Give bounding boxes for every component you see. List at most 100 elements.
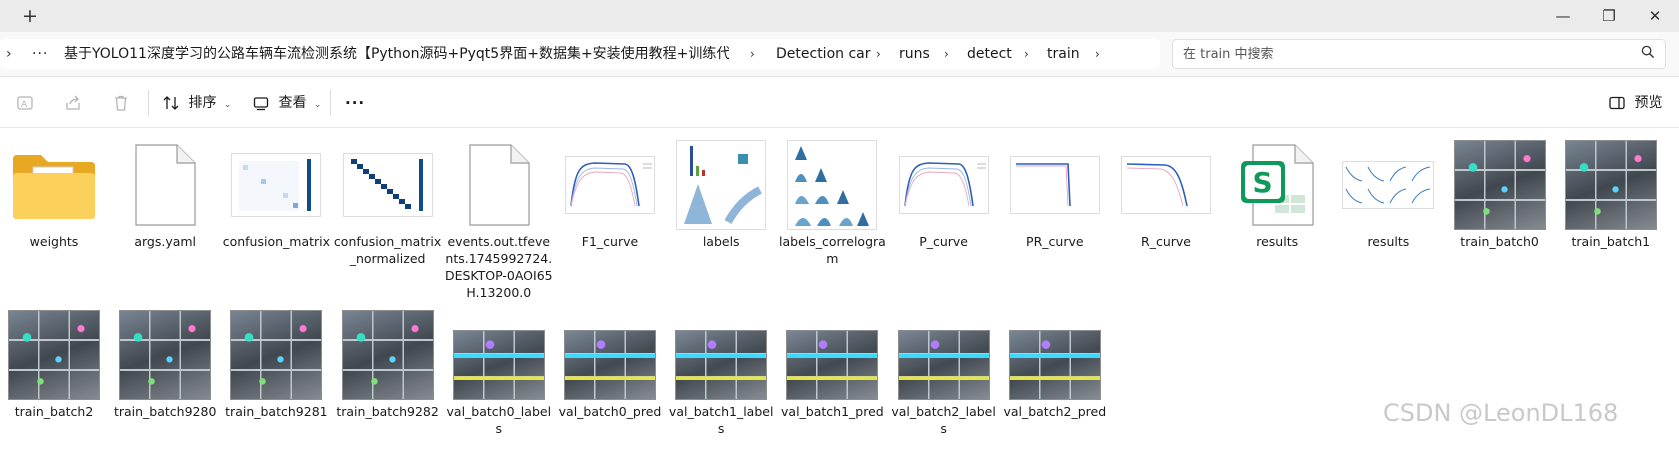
rename-icon: A <box>17 96 33 110</box>
file-item[interactable]: results <box>1333 129 1443 289</box>
breadcrumb[interactable]: › ··· 基于YOLO11深度学习的公路车辆车流检测系统【Python源码+P… <box>0 39 1160 69</box>
file-item[interactable]: args.yaml <box>110 129 220 289</box>
maximize-button[interactable]: ❐ <box>1586 3 1632 29</box>
image-thumbnail <box>1556 137 1666 233</box>
file-item[interactable]: val_batch1_labels <box>666 299 776 459</box>
image-thumbnail <box>1000 137 1110 233</box>
mosaic-image <box>119 310 212 400</box>
image-thumbnail <box>221 137 331 233</box>
file-name: train_batch2 <box>14 404 94 419</box>
share-button[interactable] <box>64 90 82 116</box>
image-thumbnail <box>777 137 887 233</box>
breadcrumb-item-train[interactable]: train <box>1047 39 1080 69</box>
image-thumbnail <box>0 307 109 403</box>
sort-label: 排序 <box>188 95 217 111</box>
file-item[interactable]: weights <box>0 129 109 289</box>
image-thumbnail <box>333 307 443 403</box>
file-item[interactable]: val_batch2_pred <box>1000 299 1110 459</box>
mosaic-image <box>564 330 656 400</box>
mosaic-image <box>1564 140 1657 230</box>
chevron-down-icon: ⌄ <box>313 100 322 110</box>
file-item[interactable]: train_batch2 <box>0 299 109 459</box>
breadcrumb-item-runs[interactable]: runs <box>899 39 930 69</box>
breadcrumb-item-project[interactable]: 基于YOLO11深度学习的公路车辆车流检测系统【Python源码+Pyqt5界面… <box>64 39 729 69</box>
file-item[interactable]: events.out.tfevents.1745992724.DESKTOP-0… <box>444 129 554 300</box>
command-bar: A 排序 ⌄ 查看 ⌄ ··· 预览 <box>0 78 1679 128</box>
mosaic-image <box>675 330 768 400</box>
file-name: val_batch2_pred <box>1003 404 1107 419</box>
file-item[interactable]: confusion_matrix <box>221 129 331 289</box>
search-box[interactable] <box>1172 39 1666 69</box>
image-thumbnail <box>555 137 665 233</box>
address-bar: › ··· 基于YOLO11深度学习的公路车辆车流检测系统【Python源码+P… <box>0 32 1679 77</box>
more-options-button[interactable]: ··· <box>345 90 365 116</box>
close-button[interactable]: ✕ <box>1632 3 1678 29</box>
preview-label: 预览 <box>1634 95 1663 111</box>
mosaic-image <box>897 330 990 400</box>
spreadsheet-icon: S <box>1222 137 1332 233</box>
file-item[interactable]: F1_curve <box>555 129 665 289</box>
title-bar: + — ❐ ✕ <box>0 0 1679 32</box>
preview-pane-button[interactable]: 预览 <box>1608 90 1662 116</box>
file-item[interactable]: train_batch9280 <box>110 299 220 459</box>
file-name: labels_correlogram <box>778 234 886 266</box>
file-item[interactable]: val_batch2_labels <box>889 299 999 459</box>
file-name: val_batch1_pred <box>781 404 884 419</box>
expand-chevron-icon[interactable]: › <box>6 39 12 69</box>
trash-icon <box>115 95 127 111</box>
chevron-right-icon[interactable]: › <box>1095 39 1100 69</box>
file-item[interactable]: confusion_matrix_normalized <box>333 129 443 289</box>
image-thumbnail <box>889 137 999 233</box>
file-item[interactable]: train_batch0 <box>1445 129 1555 289</box>
validation-thumbnail <box>777 307 887 403</box>
file-name: train_batch9280 <box>113 404 217 419</box>
file-name: results <box>1367 234 1410 249</box>
file-name: train_batch0 <box>1460 234 1539 249</box>
image-thumbnail <box>666 137 776 233</box>
file-item[interactable]: val_batch0_pred <box>555 299 665 459</box>
validation-thumbnail <box>889 307 999 403</box>
file-item[interactable]: train_batch1 <box>1556 129 1666 289</box>
file-item[interactable]: train_batch9282 <box>333 299 443 459</box>
sort-button[interactable]: 排序 ⌄ <box>162 90 231 116</box>
file-item[interactable]: labels <box>666 129 776 289</box>
validation-thumbnail <box>666 307 776 403</box>
more-locations-button[interactable]: ··· <box>32 39 48 69</box>
validation-thumbnail <box>444 307 554 403</box>
chevron-right-icon: › <box>750 47 755 61</box>
file-item[interactable]: val_batch1_pred <box>777 299 887 459</box>
image-thumbnail <box>221 307 331 403</box>
file-item[interactable]: val_batch0_labels <box>444 299 554 459</box>
breadcrumb-item-detection-car[interactable]: Detection car <box>776 39 871 69</box>
mosaic-image <box>1453 140 1546 230</box>
search-input[interactable] <box>1183 44 1623 64</box>
minimize-button[interactable]: — <box>1540 3 1586 29</box>
folder-icon <box>0 137 109 233</box>
file-name: confusion_matrix <box>222 234 331 249</box>
file-item[interactable]: train_batch9281 <box>221 299 331 459</box>
file-item[interactable]: labels_correlogram <box>777 129 887 289</box>
file-item[interactable]: PR_curve <box>1000 129 1110 289</box>
sheet-letter: S <box>1253 166 1273 199</box>
view-label: 查看 <box>278 95 307 111</box>
file-name: PR_curve <box>1026 234 1084 249</box>
breadcrumb-item-detect[interactable]: detect <box>967 39 1012 69</box>
file-name: val_batch1_labels <box>668 404 774 436</box>
chevron-down-icon: ⌄ <box>223 100 232 110</box>
delete-button[interactable] <box>112 90 130 116</box>
image-thumbnail <box>1333 137 1443 233</box>
file-item[interactable]: Sresults <box>1222 129 1332 289</box>
view-icon <box>253 97 269 111</box>
file-name: weights <box>29 234 79 249</box>
search-icon[interactable] <box>1641 45 1655 63</box>
view-button[interactable]: 查看 ⌄ <box>252 90 321 116</box>
file-item[interactable]: P_curve <box>889 129 999 289</box>
image-thumbnail <box>1445 137 1555 233</box>
file-name: confusion_matrix_normalized <box>333 234 442 266</box>
svg-text:A: A <box>21 100 28 110</box>
new-tab-button[interactable]: + <box>18 5 42 27</box>
file-name: F1_curve <box>581 234 639 249</box>
file-item[interactable]: R_curve <box>1111 129 1221 289</box>
file-name: labels <box>702 234 740 249</box>
rename-button[interactable]: A <box>16 90 34 116</box>
